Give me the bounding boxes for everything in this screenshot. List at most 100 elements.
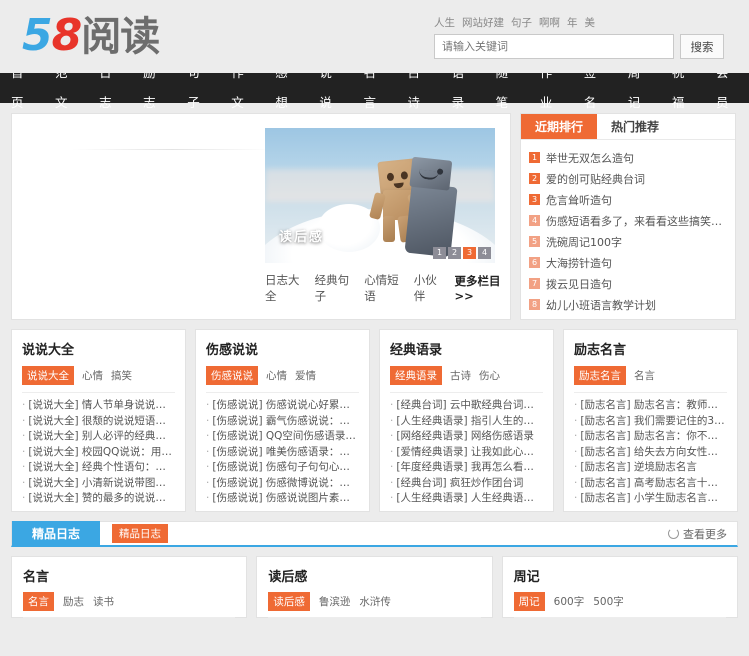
list-item-link[interactable]: [说说大全] 小清新说说带图片：如: [28, 477, 175, 489]
rank-title[interactable]: 幼儿小班语言教学计划: [546, 297, 656, 313]
rank-title[interactable]: 伤感短语看多了，来看看这些搞笑的换个心: [546, 213, 727, 229]
slider-image[interactable]: 读后感 1 2 3 4: [265, 128, 495, 263]
list-item-link[interactable]: [伤感说说] 霸气伤感说说：别说我: [212, 415, 359, 427]
list-item-link[interactable]: [人生经典语录] 指引人生的经典语: [396, 415, 543, 427]
subtab[interactable]: 600字: [554, 594, 585, 609]
tab-recent-ranking[interactable]: 近期排行: [521, 114, 598, 139]
list-item[interactable]: [说说大全] 赞的最多的说说：世界: [22, 491, 175, 507]
slider-dot-4[interactable]: 4: [478, 247, 491, 259]
list-item-link[interactable]: [励志名言] 我们需要记住的32句励: [580, 415, 727, 427]
list-item[interactable]: [伤感说说] 伤感说说图片素材：愿: [206, 491, 359, 507]
list-item[interactable]: [伤感说说] 霸气伤感说说：别说我: [206, 414, 359, 430]
search-input[interactable]: [434, 34, 674, 59]
hot-keyword[interactable]: 网站好建: [462, 17, 504, 29]
subtab-active[interactable]: 励志名言: [574, 366, 626, 385]
list-item-link[interactable]: [励志名言] 逆境励志名言: [580, 461, 697, 473]
rank-title[interactable]: 大海捞针造句: [546, 255, 612, 271]
list-item[interactable]: [网络经典语录] 网络伤感语录: [390, 429, 543, 445]
rank-title[interactable]: 举世无双怎么造句: [546, 150, 634, 166]
list-item[interactable]: [说说大全] 情人节单身说说：今年: [22, 398, 175, 414]
subtab[interactable]: 名言: [634, 368, 655, 383]
hot-keyword[interactable]: 美: [585, 17, 596, 29]
list-item-link[interactable]: [励志名言] 励志名言：你不向前，: [580, 430, 727, 442]
subtab-active[interactable]: 读后感: [268, 592, 310, 611]
list-item-link[interactable]: [经典台词] 云中歌经典台词说说: [396, 399, 543, 411]
list-item[interactable]: [人生经典语录] 指引人生的经典语: [390, 414, 543, 430]
list-item-link[interactable]: [人生经典语录] 人生经典语录：心: [396, 492, 543, 504]
subtab[interactable]: 伤心: [479, 368, 500, 383]
search-button[interactable]: 搜索: [680, 34, 724, 59]
list-item[interactable]: [励志名言] 小学生励志名言名句: [574, 491, 727, 507]
subtab[interactable]: 古诗: [450, 368, 471, 383]
subtab[interactable]: 水浒传: [359, 594, 391, 609]
list-item-link[interactable]: [经典台词] 疯狂炒作团台词: [396, 477, 523, 489]
tab-featured-journal[interactable]: 精品日志: [12, 520, 101, 547]
subtab[interactable]: 心情: [266, 368, 287, 383]
list-item[interactable]: [说说大全] 校园QQ说说：用一句话: [22, 445, 175, 461]
hero-more-columns-link[interactable]: 更多栏目>>: [454, 273, 505, 303]
list-item-link[interactable]: [说说大全] 情人节单身说说：今年: [28, 399, 175, 411]
list-item-link[interactable]: [网络经典语录] 网络伤感语录: [396, 430, 534, 442]
list-item[interactable]: [经典台词] 疯狂炒作团台词: [390, 476, 543, 492]
list-item-link[interactable]: [伤感说说] 伤感说说心好累了：没: [212, 399, 359, 411]
list-item[interactable]: [人生经典语录] 人生经典语录：心: [390, 491, 543, 507]
list-item[interactable]: [励志名言] 励志名言：教师节祝福: [574, 398, 727, 414]
list-item[interactable]: [爱情经典语录] 让我如此心疼的唯: [390, 445, 543, 461]
hot-keyword[interactable]: 啊啊: [539, 17, 560, 29]
list-item-link[interactable]: [说说大全] 很颓的说说短语：最了: [28, 415, 175, 427]
list-item[interactable]: 3 危言耸听造句: [529, 189, 727, 210]
subtab[interactable]: 励志: [63, 594, 84, 609]
badge-featured-journal[interactable]: 精品日志: [112, 524, 169, 543]
list-item[interactable]: [励志名言] 励志名言：你不向前，: [574, 429, 727, 445]
hero-link-jingdianjuzi[interactable]: 经典句子: [315, 272, 351, 304]
list-item[interactable]: [伤感说说] 伤感句子句句心痛：我: [206, 460, 359, 476]
list-item-link[interactable]: [励志名言] 给失去方向女性的励志: [580, 446, 727, 458]
subtab-active[interactable]: 经典语录: [390, 366, 442, 385]
subtab-active[interactable]: 说说大全: [22, 366, 74, 385]
subtab[interactable]: 搞笑: [111, 368, 132, 383]
list-item[interactable]: [说说大全] 经典个性语句：握不住: [22, 460, 175, 476]
subtab[interactable]: 心情: [82, 368, 103, 383]
list-item[interactable]: [说说大全] 别人必评的经典说说：: [22, 429, 175, 445]
list-item-link[interactable]: [励志名言] 励志名言：教师节祝福: [580, 399, 727, 411]
list-item[interactable]: [励志名言] 高考励志名言十句经典: [574, 476, 727, 492]
list-item-link[interactable]: [爱情经典语录] 让我如此心疼的唯: [396, 446, 543, 458]
rank-title[interactable]: 洗碗周记100字: [546, 234, 622, 250]
list-item[interactable]: [说说大全] 小清新说说带图片：如: [22, 476, 175, 492]
list-item[interactable]: [伤感说说] 伤感说说心好累了：没: [206, 398, 359, 414]
hero-link-xiaohuoban[interactable]: 小伙伴: [414, 272, 441, 304]
hot-keyword[interactable]: 年: [567, 17, 578, 29]
tab-hot-recommend[interactable]: 热门推荐: [597, 114, 673, 139]
list-item[interactable]: 8 幼儿小班语言教学计划: [529, 294, 727, 315]
subtab[interactable]: 爱情: [295, 368, 316, 383]
site-logo[interactable]: 58阅读: [22, 8, 160, 65]
list-item-link[interactable]: [励志名言] 小学生励志名言名句: [580, 492, 727, 504]
subtab-active[interactable]: 名言: [23, 592, 54, 611]
list-item-link[interactable]: [年度经典语录] 我再怎么看你也要: [396, 461, 543, 473]
list-item-link[interactable]: [伤感说说] 伤感说说图片素材：愿: [212, 492, 359, 504]
hero-link-rizhidaquan[interactable]: 日志大全: [265, 272, 301, 304]
list-item[interactable]: [说说大全] 很颓的说说短语：最了: [22, 414, 175, 430]
view-more-button[interactable]: 查看更多: [668, 526, 727, 542]
list-item[interactable]: 6 大海捞针造句: [529, 252, 727, 273]
list-item[interactable]: [经典台词] 云中歌经典台词说说: [390, 398, 543, 414]
list-item-link[interactable]: [伤感说说] QQ空间伤感语录：孤: [212, 430, 359, 442]
list-item-link[interactable]: [励志名言] 高考励志名言十句经典: [580, 477, 727, 489]
subtab[interactable]: 500字: [593, 594, 624, 609]
slider-dot-2[interactable]: 2: [448, 247, 461, 259]
list-item-link[interactable]: [伤感说说] 伤感微博说说：每次想: [212, 477, 359, 489]
list-item[interactable]: 5 洗碗周记100字: [529, 231, 727, 252]
rank-title[interactable]: 危言耸听造句: [546, 192, 612, 208]
subtab[interactable]: 读书: [93, 594, 114, 609]
hot-keyword[interactable]: 人生: [434, 17, 455, 29]
list-item[interactable]: 2 爱的创可贴经典台词: [529, 168, 727, 189]
slider-dot-1[interactable]: 1: [433, 247, 446, 259]
list-item[interactable]: 4 伤感短语看多了，来看看这些搞笑的换个心: [529, 210, 727, 231]
list-item-link[interactable]: [说说大全] 赞的最多的说说：世界: [28, 492, 175, 504]
subtab-active[interactable]: 周记: [513, 592, 545, 611]
list-item-link[interactable]: [说说大全] 别人必评的经典说说：: [28, 430, 175, 442]
list-item[interactable]: [伤感说说] 唯美伤感语录：有多少: [206, 445, 359, 461]
list-item[interactable]: 7 拨云见日造句: [529, 273, 727, 294]
hot-keyword[interactable]: 句子: [511, 17, 532, 29]
list-item[interactable]: [励志名言] 我们需要记住的32句励: [574, 414, 727, 430]
